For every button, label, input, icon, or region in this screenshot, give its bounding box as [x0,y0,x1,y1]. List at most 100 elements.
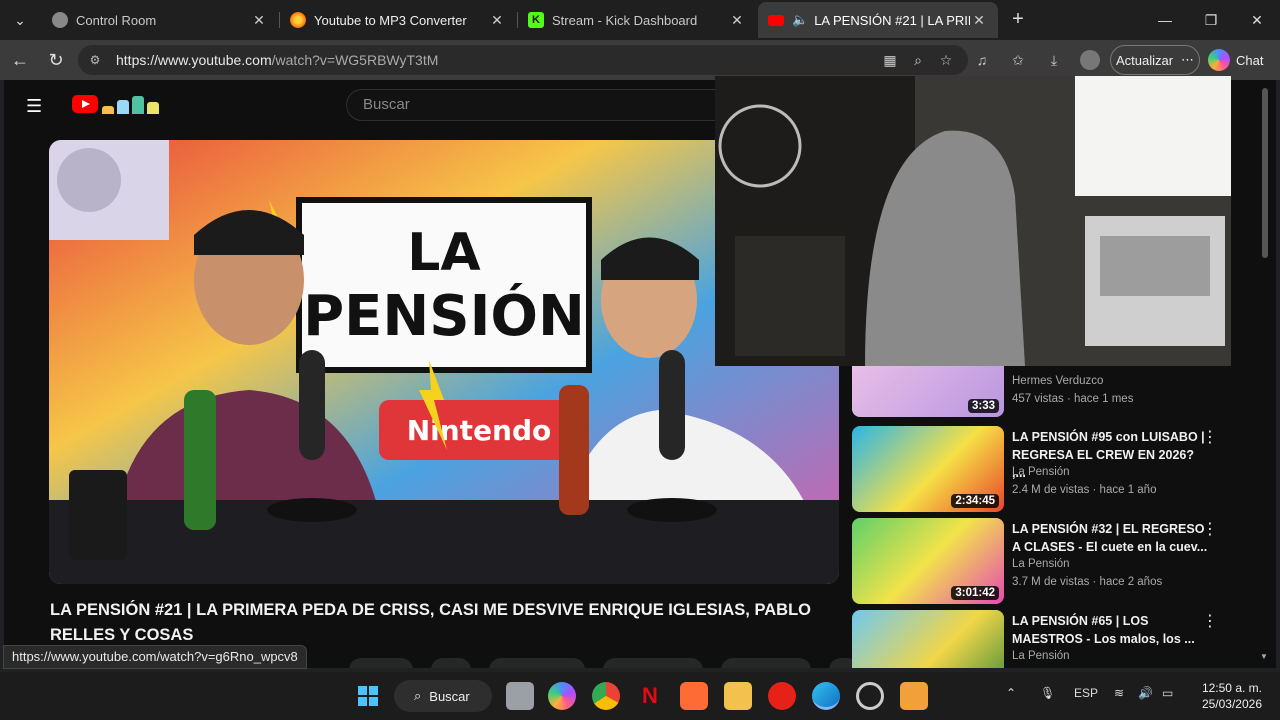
globe-icon [52,12,68,28]
download-button[interactable] [603,658,703,668]
taskbar-search-label: Buscar [429,688,470,704]
update-button[interactable]: Actualizar ⋯ [1110,45,1200,75]
search-input[interactable]: Buscar [346,89,726,121]
link-status-bubble: https://www.youtube.com/watch?v=g6Rno_wp… [3,645,307,669]
downloads-icon[interactable]: ⤓ [1044,50,1064,70]
url-host: https://www.youtube.com [116,52,272,68]
language-indicator[interactable]: ESP [1074,686,1098,700]
tab-list-chevron-icon[interactable]: ⌄ [6,6,34,34]
obs-icon[interactable] [856,682,884,710]
chat-button[interactable]: Chat [1208,48,1263,72]
video-meta: 2.4 M de vistas · hace 1 año [1012,484,1157,496]
url-text: https://www.youtube.com/watch?v=WG5RBWyT… [116,52,438,68]
minimize-button[interactable]: — [1142,6,1188,34]
recommendation-item[interactable]: 3:01:42 LA PENSIÓN #32 | EL REGRESO A CL… [852,518,1262,604]
dislike-button[interactable] [431,658,471,668]
webcam-frame [715,76,1231,366]
clock-time: 12:50 a. m. [1201,681,1262,695]
more-dots-icon: ⋯ [1181,52,1195,67]
scroll-down-arrow-icon[interactable]: ▼ [1260,652,1268,661]
svg-text:PENSIÓN: PENSIÓN [303,284,585,349]
apps-icon[interactable]: ▦ [880,50,900,70]
webcam-overlay [715,76,1231,366]
taskbar-search[interactable]: ⌕ Buscar [394,680,492,712]
close-window-button[interactable]: ✕ [1234,6,1280,34]
wifi-icon[interactable]: ≋ [1114,686,1124,700]
zoom-icon[interactable]: ⌕ [908,50,928,70]
close-tab-icon[interactable]: ✕ [970,11,988,29]
search-icon: ⌕ [414,688,422,703]
url-path: /watch?v=WG5RBWyT3tM [271,52,439,68]
video-thumbnail[interactable]: 3:01:42 [852,518,1004,604]
kick-logo-icon: K [528,12,544,28]
channel-name[interactable]: La Pensión [1012,650,1070,662]
doodle-logo[interactable] [102,94,164,114]
update-label: Actualizar [1115,52,1174,68]
video-title: LA PENSIÓN #21 | LA PRIMERA PEDA DE CRIS… [50,601,811,644]
recommendation-item[interactable]: LA PENSIÓN #65 | LOS MAESTROS - Los malo… [852,610,1262,668]
app-orange-icon[interactable] [680,682,708,710]
recommendation-title[interactable]: LA PENSIÓN #32 | EL REGRESO A CLASES - E… [1012,520,1208,556]
microphone-icon[interactable]: 🎙 [1040,686,1055,700]
channel-name[interactable]: La Pensión [1012,466,1070,478]
converter-favicon-icon [290,12,306,28]
profile-avatar[interactable] [1080,50,1100,70]
back-button[interactable]: ← [8,48,32,72]
reload-button[interactable]: ↻ [44,48,68,72]
recommendations-list: 3:33 Hermes Verduzco 457 vistas · hace 1… [852,364,1272,668]
page-scrollbar-thumb[interactable] [1262,88,1268,258]
file-explorer-icon[interactable] [724,682,752,710]
video-thumbnail[interactable]: 3:33 [852,364,1004,417]
youtube-favicon-icon [768,14,784,26]
more-vert-icon[interactable]: ⋮ [1202,428,1218,448]
fl-studio-icon[interactable] [900,682,928,710]
media-icon[interactable]: ♫ [972,50,992,70]
duration-badge: 3:01:42 [951,586,999,600]
restore-button[interactable]: ❐ [1188,6,1234,34]
browser-toolbar: ← ↻ ⚙ https://www.youtube.com/watch?v=WG… [0,40,1280,80]
edge-icon[interactable] [812,682,840,710]
netflix-icon[interactable]: N [636,682,664,710]
video-meta: 457 vistas · hace 1 mes [1012,393,1134,405]
like-button[interactable] [349,658,413,668]
youtube-music-icon[interactable] [768,682,796,710]
duration-badge: 3:33 [967,399,999,413]
chrome-icon[interactable] [592,682,620,710]
clip-button[interactable] [721,658,811,668]
recommendation-title[interactable]: LA PENSIÓN #65 | LOS MAESTROS - Los malo… [1012,612,1208,648]
more-vert-icon[interactable]: ⋮ [1202,612,1218,632]
share-button[interactable] [489,658,585,668]
tray-chevron-up-icon[interactable]: ⌃ [1006,686,1016,700]
more-vert-icon[interactable]: ⋮ [1202,520,1218,540]
duration-badge: 2:34:45 [951,494,999,508]
tab-control-room[interactable]: Control Room ✕ [42,2,278,38]
copilot-taskbar-icon[interactable] [548,682,576,710]
start-windows-icon[interactable] [354,682,382,710]
close-tab-icon[interactable]: ✕ [728,11,746,29]
close-tab-icon[interactable]: ✕ [488,11,506,29]
recommendation-item[interactable]: 3:33 Hermes Verduzco 457 vistas · hace 1… [852,364,1262,417]
address-bar[interactable]: ⚙ https://www.youtube.com/watch?v=WG5RBW… [78,45,968,75]
channel-name[interactable]: Hermes Verduzco [1012,375,1103,387]
site-info-icon[interactable]: ⚙ [86,51,104,69]
recommendation-item[interactable]: 2:34:45 LA PENSIÓN #95 con LUISABO | REG… [852,426,1262,512]
youtube-logo[interactable] [72,95,98,113]
battery-icon[interactable]: ▭ [1162,686,1173,700]
new-tab-button[interactable]: + [1006,8,1030,32]
video-thumbnail[interactable]: 2:34:45 [852,426,1004,512]
tab-youtube-mp3[interactable]: Youtube to MP3 Converter ✕ [280,2,516,38]
close-tab-icon[interactable]: ✕ [250,11,268,29]
favorite-star-icon[interactable]: ☆ [936,50,956,70]
tab-kick-dashboard[interactable]: K Stream - Kick Dashboard ✕ [518,2,756,38]
task-view-icon[interactable] [506,682,534,710]
tab-la-pension[interactable]: 🔈 LA PENSIÓN #21 | LA PRIMER ✕ [758,2,998,38]
channel-name[interactable]: La Pensión [1012,558,1070,570]
system-clock[interactable]: 12:50 a. m. 25/03/2026 [1196,680,1262,712]
clock-date: 25/03/2026 [1201,697,1262,711]
speaker-icon[interactable]: 🔈 [792,12,808,28]
favorites-icon[interactable]: ✩ [1008,50,1028,70]
volume-icon[interactable]: 🔊 [1138,686,1153,700]
video-actions [349,658,859,668]
video-thumbnail[interactable] [852,610,1004,668]
hamburger-menu-icon[interactable]: ☰ [26,96,46,116]
